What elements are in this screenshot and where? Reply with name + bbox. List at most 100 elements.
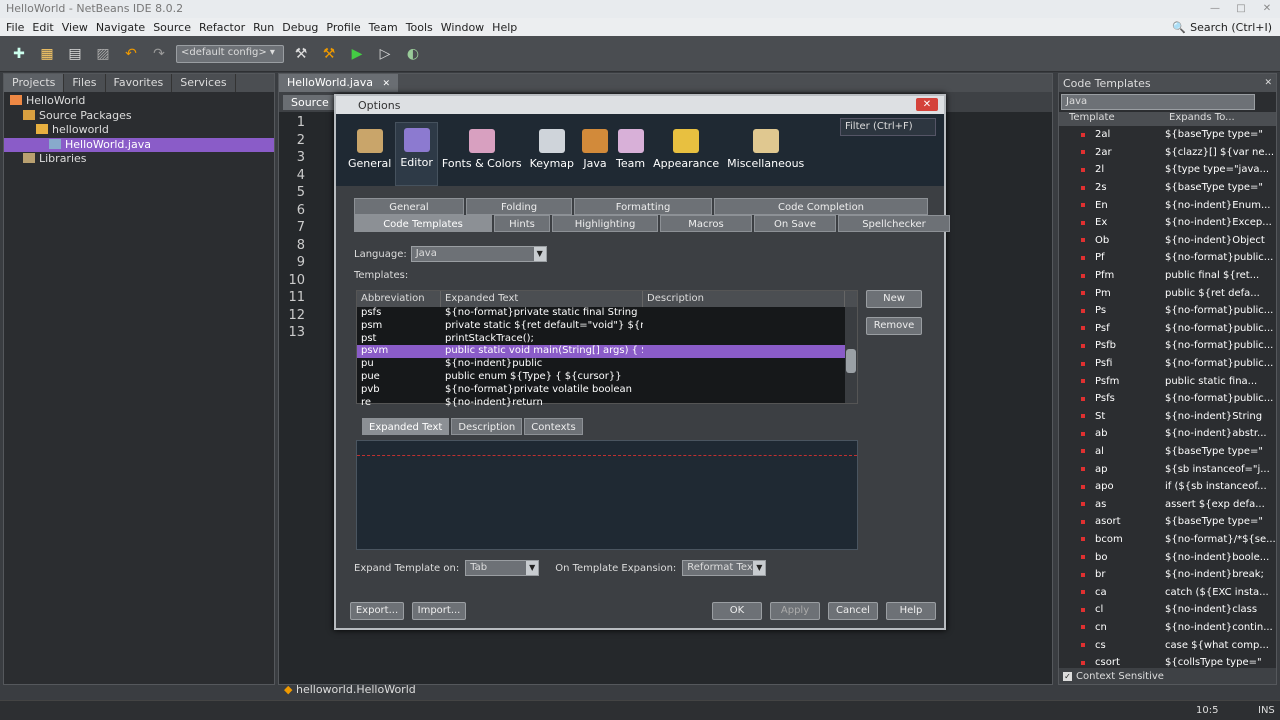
menu-edit[interactable]: Edit — [28, 21, 57, 34]
debug-icon[interactable]: ▷ — [374, 43, 396, 65]
subtab-description[interactable]: Description — [451, 418, 523, 435]
list-item[interactable]: ca catch (${EXC insta... — [1059, 583, 1276, 601]
scrollbar-thumb[interactable] — [846, 349, 856, 373]
list-item[interactable]: 2s ${baseType type=" — [1059, 179, 1276, 197]
list-item[interactable]: Pfm public final ${ret... — [1059, 267, 1276, 285]
tab-code-completion[interactable]: Code Completion — [714, 198, 928, 215]
table-row[interactable]: re ${no-indent}return — [357, 397, 857, 410]
new-button[interactable]: New — [866, 290, 922, 308]
list-item[interactable]: Psfm public static fina... — [1059, 372, 1276, 390]
category-team[interactable]: Team — [612, 122, 649, 186]
tab-folding[interactable]: Folding — [466, 198, 572, 215]
tree-node[interactable]: helloworld — [4, 123, 274, 138]
tab-on-save[interactable]: On Save — [754, 215, 836, 232]
tab-code-templates[interactable]: Code Templates — [354, 215, 492, 232]
ok-button[interactable]: OK — [712, 602, 762, 620]
list-item[interactable]: cl ${no-indent}class — [1059, 601, 1276, 619]
table-row[interactable]: psvm public static void main(String[] arg… — [357, 345, 857, 359]
language-select[interactable]: Java ▼ — [410, 246, 547, 262]
subtab-contexts[interactable]: Contexts — [524, 418, 583, 435]
template-column-header[interactable]: Template — [1059, 112, 1159, 126]
clean-build-icon[interactable]: ⚒ — [318, 43, 340, 65]
list-item[interactable]: Pm public ${ret defa... — [1059, 284, 1276, 302]
undo-icon[interactable]: ↶ — [120, 43, 142, 65]
expands-column-header[interactable]: Expands To... — [1159, 112, 1235, 126]
source-button[interactable]: Source — [283, 94, 337, 110]
tab-projects[interactable]: Projects — [4, 74, 65, 92]
save-all-icon[interactable]: ▨ — [92, 43, 114, 65]
menu-refactor[interactable]: Refactor — [195, 21, 249, 34]
category-java[interactable]: Java — [578, 122, 612, 186]
menu-help[interactable]: Help — [488, 21, 521, 34]
expand-on-select[interactable]: Tab ▼ — [465, 560, 540, 576]
open-project-icon[interactable]: ▤ — [64, 43, 86, 65]
list-item[interactable]: Psfb ${no-format}public... — [1059, 337, 1276, 355]
menu-profile[interactable]: Profile — [322, 21, 364, 34]
tree-node[interactable]: Libraries — [4, 152, 274, 167]
list-item[interactable]: asort ${baseType type=" — [1059, 513, 1276, 531]
subtab-expanded-text[interactable]: Expanded Text — [362, 418, 450, 435]
list-item[interactable]: ap ${sb instanceof="j... — [1059, 460, 1276, 478]
list-item[interactable]: En ${no-indent}Enum... — [1059, 196, 1276, 214]
tree-node[interactable]: HelloWorld.java — [4, 137, 274, 152]
list-item[interactable]: cn ${no-indent}contin... — [1059, 619, 1276, 637]
new-project-icon[interactable]: ▦ — [36, 43, 58, 65]
export-button[interactable]: Export... — [350, 602, 404, 620]
category-appearance[interactable]: Appearance — [649, 122, 723, 186]
filter-input[interactable]: Filter (Ctrl+F) — [840, 118, 936, 136]
list-item[interactable]: apo if (${sb instanceof... — [1059, 478, 1276, 496]
templates-scrollbar[interactable] — [845, 307, 857, 403]
import-button[interactable]: Import... — [412, 602, 466, 620]
list-item[interactable]: br ${no-indent}break; — [1059, 566, 1276, 584]
tree-node[interactable]: HelloWorld — [4, 94, 274, 109]
table-row[interactable]: pvb ${no-format}private volatile boolean — [357, 384, 857, 397]
list-item[interactable]: Ex ${no-indent}Excep... — [1059, 214, 1276, 232]
dialog-close-icon[interactable]: ✕ — [916, 98, 938, 111]
table-row[interactable]: pue public enum ${Type} { ${cursor}} — [357, 371, 857, 384]
editor-tab-helloworld[interactable]: HelloWorld.java ✕ — [279, 74, 398, 92]
maximize-icon[interactable]: □ — [1228, 0, 1254, 18]
list-item[interactable]: Ob ${no-indent}Object — [1059, 232, 1276, 250]
list-item[interactable]: 2al ${baseType type=" — [1059, 126, 1276, 144]
list-item[interactable]: Pf ${no-format}public... — [1059, 249, 1276, 267]
list-item[interactable]: ab ${no-indent}abstr... — [1059, 425, 1276, 443]
expanded-text-column-header[interactable]: Expanded Text — [441, 291, 643, 307]
category-editor[interactable]: Editor — [395, 122, 438, 186]
search-box[interactable]: 🔍 Search (Ctrl+I) — [1172, 18, 1272, 36]
on-expansion-select[interactable]: Reformat Text ▼ — [682, 560, 767, 576]
menu-file[interactable]: File — [2, 21, 28, 34]
abbreviation-column-header[interactable]: Abbreviation — [357, 291, 441, 307]
new-file-icon[interactable]: ✚ — [8, 43, 30, 65]
menu-team[interactable]: Team — [365, 21, 402, 34]
minimize-icon[interactable]: — — [1202, 0, 1228, 18]
list-item[interactable]: Psfi ${no-format}public... — [1059, 355, 1276, 373]
list-item[interactable]: bo ${no-indent}boole... — [1059, 548, 1276, 566]
category-general[interactable]: General — [344, 122, 395, 186]
apply-button[interactable]: Apply — [770, 602, 820, 620]
cancel-button[interactable]: Cancel — [828, 602, 878, 620]
table-row[interactable]: psfs ${no-format}private static final Str… — [357, 307, 857, 320]
description-column-header[interactable]: Description — [643, 291, 845, 307]
list-item[interactable]: as assert ${exp defa... — [1059, 495, 1276, 513]
list-item[interactable]: cs case ${what comp... — [1059, 636, 1276, 654]
expanded-text-editor[interactable] — [356, 440, 858, 550]
list-item[interactable]: 2l ${type type="java... — [1059, 161, 1276, 179]
menu-navigate[interactable]: Navigate — [92, 21, 149, 34]
tab-hints[interactable]: Hints — [494, 215, 550, 232]
tab-favorites[interactable]: Favorites — [106, 74, 173, 92]
tab-formatting[interactable]: Formatting — [574, 198, 712, 215]
close-icon[interactable]: ✕ — [1254, 0, 1280, 18]
config-select[interactable]: <default config> ▾ — [176, 44, 284, 63]
help-button[interactable]: Help — [886, 602, 936, 620]
menu-tools[interactable]: Tools — [402, 21, 437, 34]
tab-general[interactable]: General — [354, 198, 464, 215]
menu-window[interactable]: Window — [437, 21, 488, 34]
list-item[interactable]: al ${baseType type=" — [1059, 443, 1276, 461]
breadcrumb[interactable]: ◆ helloworld.HelloWorld — [284, 683, 416, 697]
list-item[interactable]: 2ar ${clazz}[] ${var ne... — [1059, 144, 1276, 162]
list-item[interactable]: St ${no-indent}String — [1059, 408, 1276, 426]
close-panel-icon[interactable]: ✕ — [1264, 78, 1272, 88]
table-row[interactable]: pu ${no-indent}public — [357, 358, 857, 371]
tab-highlighting[interactable]: Highlighting — [552, 215, 658, 232]
list-item[interactable]: Psf ${no-format}public... — [1059, 320, 1276, 338]
